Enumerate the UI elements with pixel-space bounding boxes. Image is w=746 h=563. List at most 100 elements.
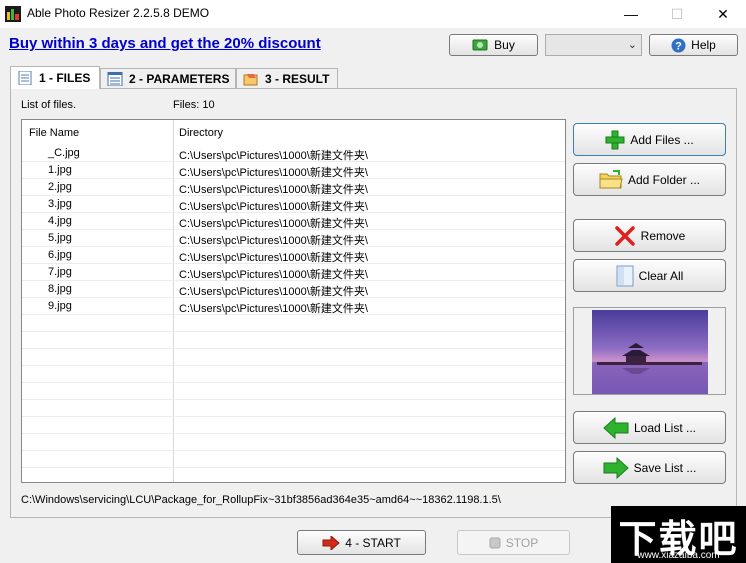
table-row[interactable]: 3.jpg C:\Users\pc\Pictures\1000\新建文件夹\ <box>22 196 565 213</box>
add-folder-button[interactable]: Add Folder ... <box>573 163 726 196</box>
table-row[interactable] <box>22 383 565 400</box>
directory-cell: C:\Users\pc\Pictures\1000\新建文件夹\ <box>179 286 368 298</box>
file-name-cell: 7.jpg <box>48 266 72 278</box>
file-count: Files: 10 <box>173 99 215 111</box>
discount-link[interactable]: Buy within 3 days and get the 20% discou… <box>9 35 321 52</box>
add-folder-label: Add Folder ... <box>627 172 701 187</box>
table-row[interactable] <box>22 468 565 482</box>
file-name-cell: 3.jpg <box>48 198 72 210</box>
directory-cell: C:\Users\pc\Pictures\1000\新建文件夹\ <box>179 184 368 196</box>
column-header-file-name[interactable]: File Name <box>29 127 79 139</box>
table-row[interactable] <box>22 366 565 383</box>
tab-files[interactable]: 1 - FILES <box>10 66 100 89</box>
list-label: List of files. <box>21 99 77 111</box>
buy-label: Buy <box>494 38 515 52</box>
table-row[interactable] <box>22 332 565 349</box>
list-icon <box>18 71 32 85</box>
maximize-button[interactable]: ☐ <box>654 0 700 28</box>
directory-cell: C:\Users\pc\Pictures\1000\新建文件夹\ <box>179 167 368 179</box>
arrow-right-icon <box>603 456 629 479</box>
table-row[interactable] <box>22 417 565 434</box>
load-list-button[interactable]: Load List ... <box>573 411 726 444</box>
add-files-label: Add Files ... <box>630 132 694 147</box>
stop-button[interactable]: STOP <box>457 530 570 555</box>
directory-cell: C:\Users\pc\Pictures\1000\新建文件夹\ <box>179 235 368 247</box>
start-button[interactable]: 4 - START <box>297 530 426 555</box>
help-button[interactable]: ? Help <box>649 34 738 56</box>
clear-all-label: Clear All <box>638 268 684 283</box>
close-button[interactable]: ✕ <box>700 0 746 28</box>
directory-cell: C:\Users\pc\Pictures\1000\新建文件夹\ <box>179 269 368 281</box>
start-label: 4 - START <box>345 535 401 550</box>
watermark: 下载吧 www.xiazaiba.com <box>611 506 746 563</box>
tab-files-label: 1 - FILES <box>39 71 91 85</box>
file-rows: _C.jpg C:\Users\pc\Pictures\1000\新建文件夹\ 1.… <box>22 145 565 482</box>
load-list-label: Load List ... <box>633 420 697 435</box>
start-arrow-icon <box>322 535 340 550</box>
x-icon <box>614 225 635 246</box>
file-name-cell: 5.jpg <box>48 232 72 244</box>
buy-button[interactable]: Buy <box>449 34 538 56</box>
title-bar: Able Photo Resizer 2.2.5.8 DEMO — ☐ ✕ <box>0 0 746 28</box>
table-row[interactable] <box>22 315 565 332</box>
table-row[interactable]: 5.jpg C:\Users\pc\Pictures\1000\新建文件夹\ <box>22 230 565 247</box>
tab-result-label: 3 - RESULT <box>265 71 330 86</box>
save-list-button[interactable]: Save List ... <box>573 451 726 484</box>
help-label: Help <box>691 38 716 52</box>
file-name-cell: 6.jpg <box>48 249 72 261</box>
table-row[interactable]: 6.jpg C:\Users\pc\Pictures\1000\新建文件夹\ <box>22 247 565 264</box>
save-list-label: Save List ... <box>633 460 697 475</box>
svg-text:?: ? <box>675 40 682 52</box>
chevron-down-icon: ⌄ <box>627 39 637 51</box>
directory-cell: C:\Users\pc\Pictures\1000\新建文件夹\ <box>179 150 368 162</box>
folder-icon <box>599 169 623 188</box>
table-row[interactable]: _C.jpg C:\Users\pc\Pictures\1000\新建文件夹\ <box>22 145 565 162</box>
status-path: C:\Windows\servicing\LCU\Package_for_Rol… <box>21 494 501 506</box>
preview-image <box>592 310 708 394</box>
file-name-cell: 1.jpg <box>48 164 72 176</box>
parameters-icon <box>107 71 123 86</box>
file-name-cell: 9.jpg <box>48 300 72 312</box>
column-header-directory[interactable]: Directory <box>179 127 223 139</box>
watermark-url: www.xiazaiba.com <box>637 550 720 561</box>
tab-parameters-label: 2 - PARAMETERS <box>129 71 230 86</box>
minimize-button[interactable]: — <box>608 0 654 28</box>
plus-icon <box>605 130 625 149</box>
table-row[interactable]: 8.jpg C:\Users\pc\Pictures\1000\新建文件夹\ <box>22 281 565 298</box>
stop-icon <box>489 537 501 548</box>
table-row[interactable]: 9.jpg C:\Users\pc\Pictures\1000\新建文件夹\ <box>22 298 565 315</box>
remove-button[interactable]: Remove <box>573 219 726 252</box>
table-row[interactable]: 1.jpg C:\Users\pc\Pictures\1000\新建文件夹\ <box>22 162 565 179</box>
window-title: Able Photo Resizer 2.2.5.8 DEMO <box>27 6 210 20</box>
arrow-left-icon <box>603 416 629 439</box>
table-row[interactable]: 2.jpg C:\Users\pc\Pictures\1000\新建文件夹\ <box>22 179 565 196</box>
directory-cell: C:\Users\pc\Pictures\1000\新建文件夹\ <box>179 252 368 264</box>
table-row[interactable] <box>22 451 565 468</box>
table-row[interactable]: 4.jpg C:\Users\pc\Pictures\1000\新建文件夹\ <box>22 213 565 230</box>
table-row[interactable] <box>22 434 565 451</box>
directory-cell: C:\Users\pc\Pictures\1000\新建文件夹\ <box>179 303 368 315</box>
table-row[interactable] <box>22 349 565 366</box>
tab-parameters[interactable]: 2 - PARAMETERS <box>100 68 236 88</box>
table-row[interactable]: 7.jpg C:\Users\pc\Pictures\1000\新建文件夹\ <box>22 264 565 281</box>
directory-cell: C:\Users\pc\Pictures\1000\新建文件夹\ <box>179 218 368 230</box>
help-icon: ? <box>671 38 686 52</box>
result-icon <box>243 73 258 85</box>
file-name-cell: 2.jpg <box>48 181 72 193</box>
stop-label: STOP <box>505 535 539 550</box>
directory-cell: C:\Users\pc\Pictures\1000\新建文件夹\ <box>179 201 368 213</box>
app-icon <box>5 6 21 22</box>
add-files-button[interactable]: Add Files ... <box>573 123 726 156</box>
tab-result[interactable]: 3 - RESULT <box>236 68 338 88</box>
blank-page-icon <box>616 265 634 286</box>
table-row[interactable] <box>22 400 565 417</box>
file-name-cell: _C.jpg <box>48 147 80 159</box>
file-name-cell: 4.jpg <box>48 215 72 227</box>
file-list[interactable]: File Name Directory _C.jpg C:\Users\pc\Pi… <box>21 119 566 483</box>
clear-all-button[interactable]: Clear All <box>573 259 726 292</box>
money-icon <box>472 39 488 51</box>
language-combo[interactable]: ⌄ <box>545 34 642 56</box>
preview-frame <box>573 307 726 395</box>
file-name-cell: 8.jpg <box>48 283 72 295</box>
remove-label: Remove <box>640 228 686 243</box>
